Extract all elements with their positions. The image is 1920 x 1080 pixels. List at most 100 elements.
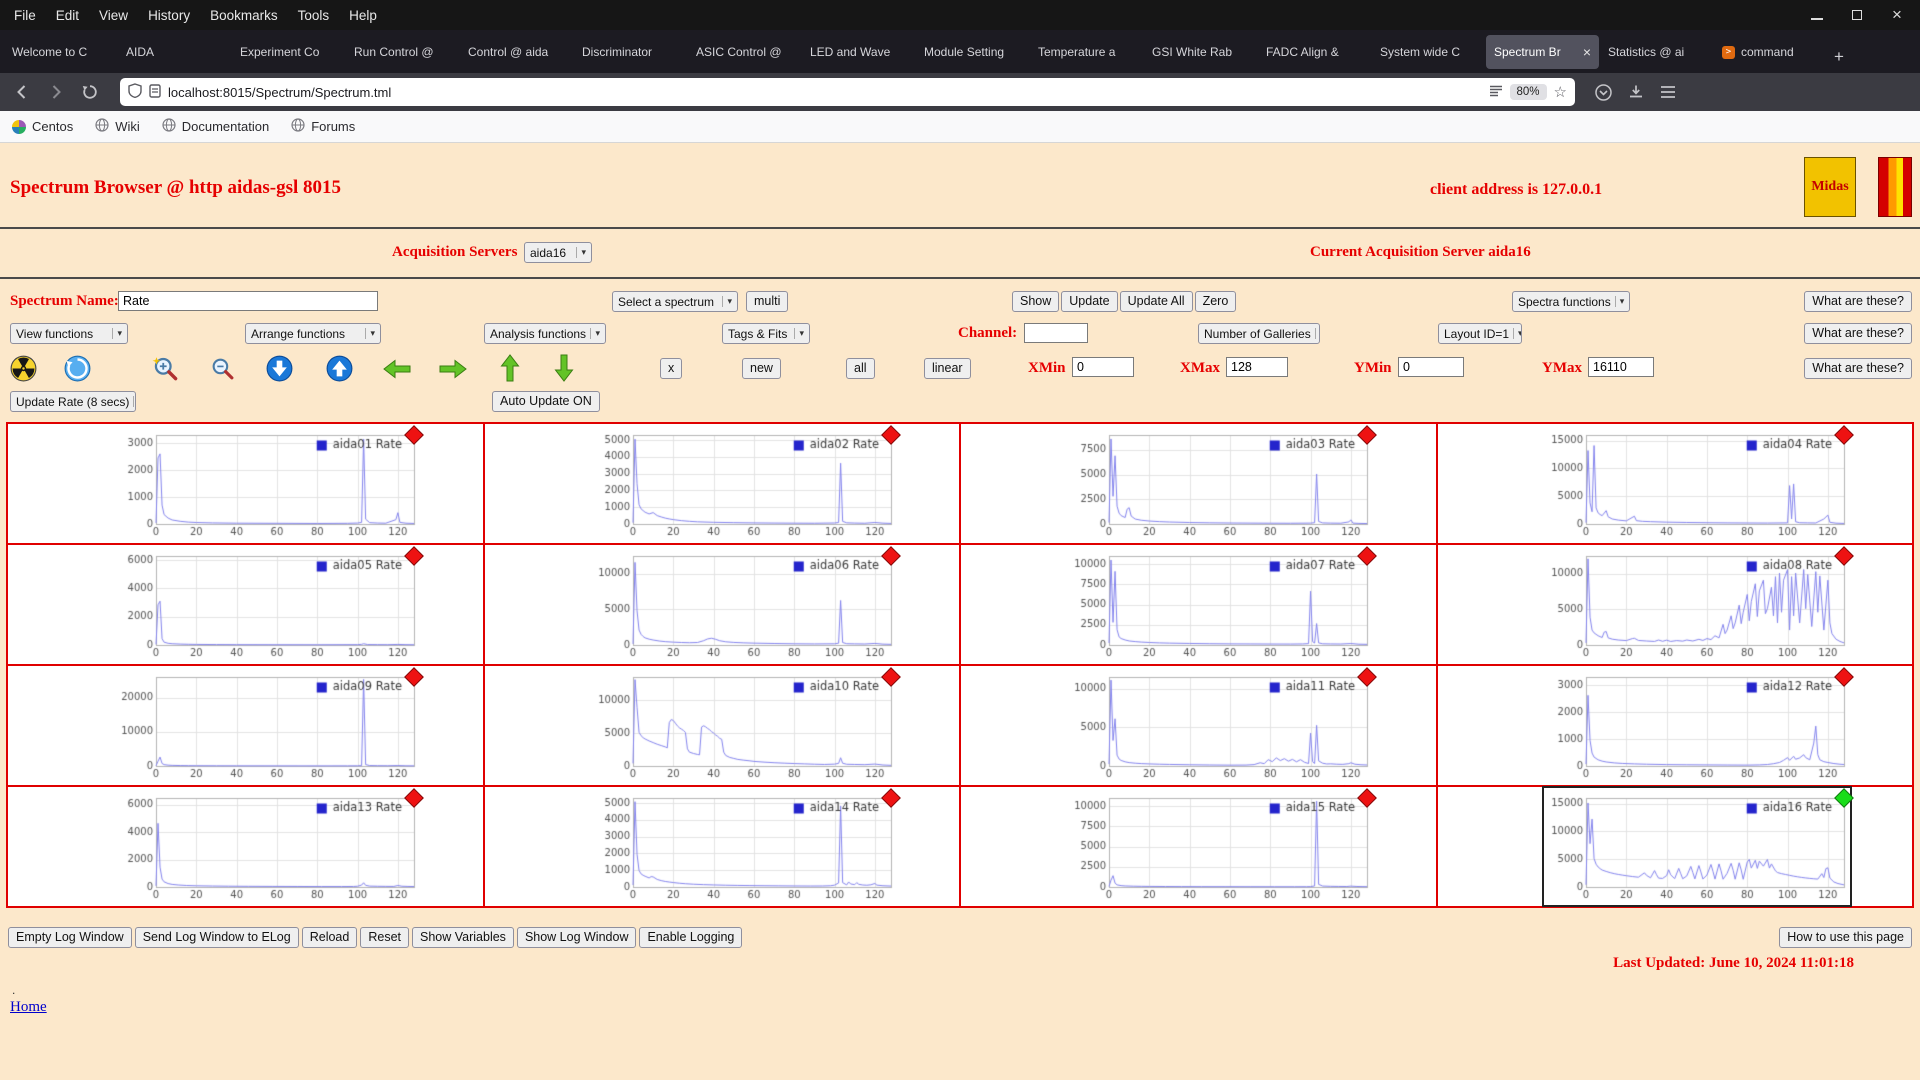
close-icon[interactable]: ×: [1890, 8, 1904, 22]
reset-button[interactable]: Reset: [360, 927, 409, 948]
what-are-these-button-3[interactable]: What are these?: [1804, 358, 1912, 379]
forward-icon[interactable]: [42, 79, 70, 105]
tab-temperature-a[interactable]: Temperature a: [1030, 35, 1143, 69]
back-icon[interactable]: [8, 79, 36, 105]
spectra-functions-select[interactable]: Spectra functions▾: [1512, 291, 1630, 312]
shield-icon[interactable]: [128, 83, 142, 101]
spectrum-plot-aida13[interactable]: [114, 788, 420, 905]
empty-log-window-button[interactable]: Empty Log Window: [8, 927, 132, 948]
spectrum-chart-aida15[interactable]: [1067, 788, 1373, 905]
spectrum-chart-aida02[interactable]: [591, 425, 897, 542]
spectrum-plot-aida03[interactable]: [1067, 425, 1373, 542]
tab-experiment-co[interactable]: Experiment Co: [232, 35, 345, 69]
circle-up-arrow-icon[interactable]: [326, 355, 353, 382]
tab-statistics-ai[interactable]: Statistics @ ai: [1600, 35, 1713, 69]
view-functions-select[interactable]: View functions▾: [10, 323, 128, 344]
radiation-icon[interactable]: [10, 355, 37, 382]
send-log-window-to-elog-button[interactable]: Send Log Window to ELog: [135, 927, 299, 948]
menu-file[interactable]: File: [4, 2, 46, 29]
tab-close-icon[interactable]: ×: [1581, 44, 1591, 60]
green-left-arrow-icon[interactable]: [382, 357, 409, 384]
spectrum-plot-aida05[interactable]: [114, 546, 420, 663]
spectrum-plot-aida15[interactable]: [1067, 788, 1373, 905]
spectrum-chart-aida12[interactable]: [1544, 667, 1850, 784]
pocket-icon[interactable]: [1595, 84, 1612, 101]
tab-asic-control[interactable]: ASIC Control @: [688, 35, 801, 69]
spectrum-chart-aida08[interactable]: [1544, 546, 1850, 663]
spectrum-chart-aida16[interactable]: [1544, 788, 1850, 905]
spectrum-chart-aida01[interactable]: [114, 425, 420, 542]
tags-fits-select[interactable]: Tags & Fits▾: [722, 323, 810, 344]
tab-welcome-to-c[interactable]: Welcome to C: [4, 35, 117, 69]
zero-button[interactable]: Zero: [1195, 291, 1237, 312]
tab-control-aida[interactable]: Control @ aida: [460, 35, 573, 69]
tab-module-setting[interactable]: Module Setting: [916, 35, 1029, 69]
menu-bookmarks[interactable]: Bookmarks: [200, 2, 288, 29]
menu-help[interactable]: Help: [339, 2, 387, 29]
spectrum-chart-aida13[interactable]: [114, 788, 420, 905]
refresh-globe-icon[interactable]: [64, 355, 91, 382]
tab-fadc-align[interactable]: FADC Align &: [1258, 35, 1371, 69]
bookmark-forums[interactable]: Forums: [291, 118, 355, 135]
multi-button[interactable]: multi: [746, 291, 788, 312]
hamburger-menu-icon[interactable]: [1660, 85, 1676, 99]
tab-discriminator[interactable]: Discriminator: [574, 35, 687, 69]
reader-mode-icon[interactable]: [1489, 85, 1503, 100]
spectrum-chart-aida11[interactable]: [1067, 667, 1373, 784]
spectrum-plot-aida11[interactable]: [1067, 667, 1373, 784]
number-of-galleries-select[interactable]: Number of Galleries▾: [1198, 323, 1320, 344]
select-a-spectrum[interactable]: Select a spectrum▾: [612, 291, 738, 312]
tab-run-control[interactable]: Run Control @: [346, 35, 459, 69]
auto-update-button[interactable]: Auto Update ON: [492, 391, 600, 412]
tab-system-wide-c[interactable]: System wide C: [1372, 35, 1485, 69]
menu-edit[interactable]: Edit: [46, 2, 89, 29]
spectrum-plot-aida01[interactable]: [114, 425, 420, 542]
tab-command[interactable]: >command: [1714, 35, 1827, 69]
spectrum-chart-aida09[interactable]: [114, 667, 420, 784]
new-tab-button[interactable]: +: [1828, 47, 1854, 73]
spectrum-chart-aida03[interactable]: [1067, 425, 1373, 542]
spectrum-chart-aida04[interactable]: [1544, 425, 1850, 542]
tab-led-and-wave[interactable]: LED and Wave: [802, 35, 915, 69]
spectrum-chart-aida14[interactable]: [591, 788, 897, 905]
site-info-icon[interactable]: [149, 84, 161, 101]
spectrum-chart-aida10[interactable]: [591, 667, 897, 784]
menu-view[interactable]: View: [89, 2, 138, 29]
spectrum-plot-aida04[interactable]: [1544, 425, 1850, 542]
bookmark-wiki[interactable]: Wiki: [95, 118, 140, 135]
new-button[interactable]: new: [742, 358, 781, 379]
show-variables-button[interactable]: Show Variables: [412, 927, 514, 948]
tab-aida[interactable]: AIDA: [118, 35, 231, 69]
green-up-arrow-icon[interactable]: [498, 353, 525, 380]
menu-tools[interactable]: Tools: [288, 2, 340, 29]
spectrum-plot-aida06[interactable]: [591, 546, 897, 663]
xmax-input[interactable]: [1226, 357, 1288, 377]
downloads-icon[interactable]: [1628, 84, 1644, 100]
bookmark-documentation[interactable]: Documentation: [162, 118, 269, 135]
linear-button[interactable]: linear: [924, 358, 971, 379]
show-log-window-button[interactable]: Show Log Window: [517, 927, 637, 948]
zoom-level-badge[interactable]: 80%: [1510, 84, 1547, 100]
menu-history[interactable]: History: [138, 2, 200, 29]
bookmark-star-icon[interactable]: ☆: [1554, 83, 1567, 101]
url-text[interactable]: localhost:8015/Spectrum/Spectrum.tml: [168, 85, 391, 100]
spectrum-plot-aida08[interactable]: [1544, 546, 1850, 663]
spectrum-plot-aida16[interactable]: [1544, 788, 1850, 905]
layout-id-select[interactable]: Layout ID=1▾: [1438, 323, 1522, 344]
all-button[interactable]: all: [846, 358, 875, 379]
spectrum-plot-aida12[interactable]: [1544, 667, 1850, 784]
tab-gsi-white-rab[interactable]: GSI White Rab: [1144, 35, 1257, 69]
zoom-out-icon[interactable]: [210, 356, 237, 383]
url-bar[interactable]: localhost:8015/Spectrum/Spectrum.tml 80%…: [120, 78, 1575, 106]
circle-down-arrow-icon[interactable]: [266, 355, 293, 382]
x-button[interactable]: x: [660, 358, 682, 379]
maximize-icon[interactable]: [1850, 8, 1864, 22]
enable-logging-button[interactable]: Enable Logging: [639, 927, 742, 948]
spectrum-plot-aida09[interactable]: [114, 667, 420, 784]
home-link[interactable]: Home: [10, 999, 47, 1016]
update-rate-select[interactable]: Update Rate (8 secs)▾: [10, 391, 136, 412]
update-button[interactable]: Update: [1061, 291, 1117, 312]
spectrum-plot-aida07[interactable]: [1067, 546, 1373, 663]
zoom-in-icon[interactable]: [152, 355, 179, 382]
ymin-input[interactable]: [1398, 357, 1464, 377]
